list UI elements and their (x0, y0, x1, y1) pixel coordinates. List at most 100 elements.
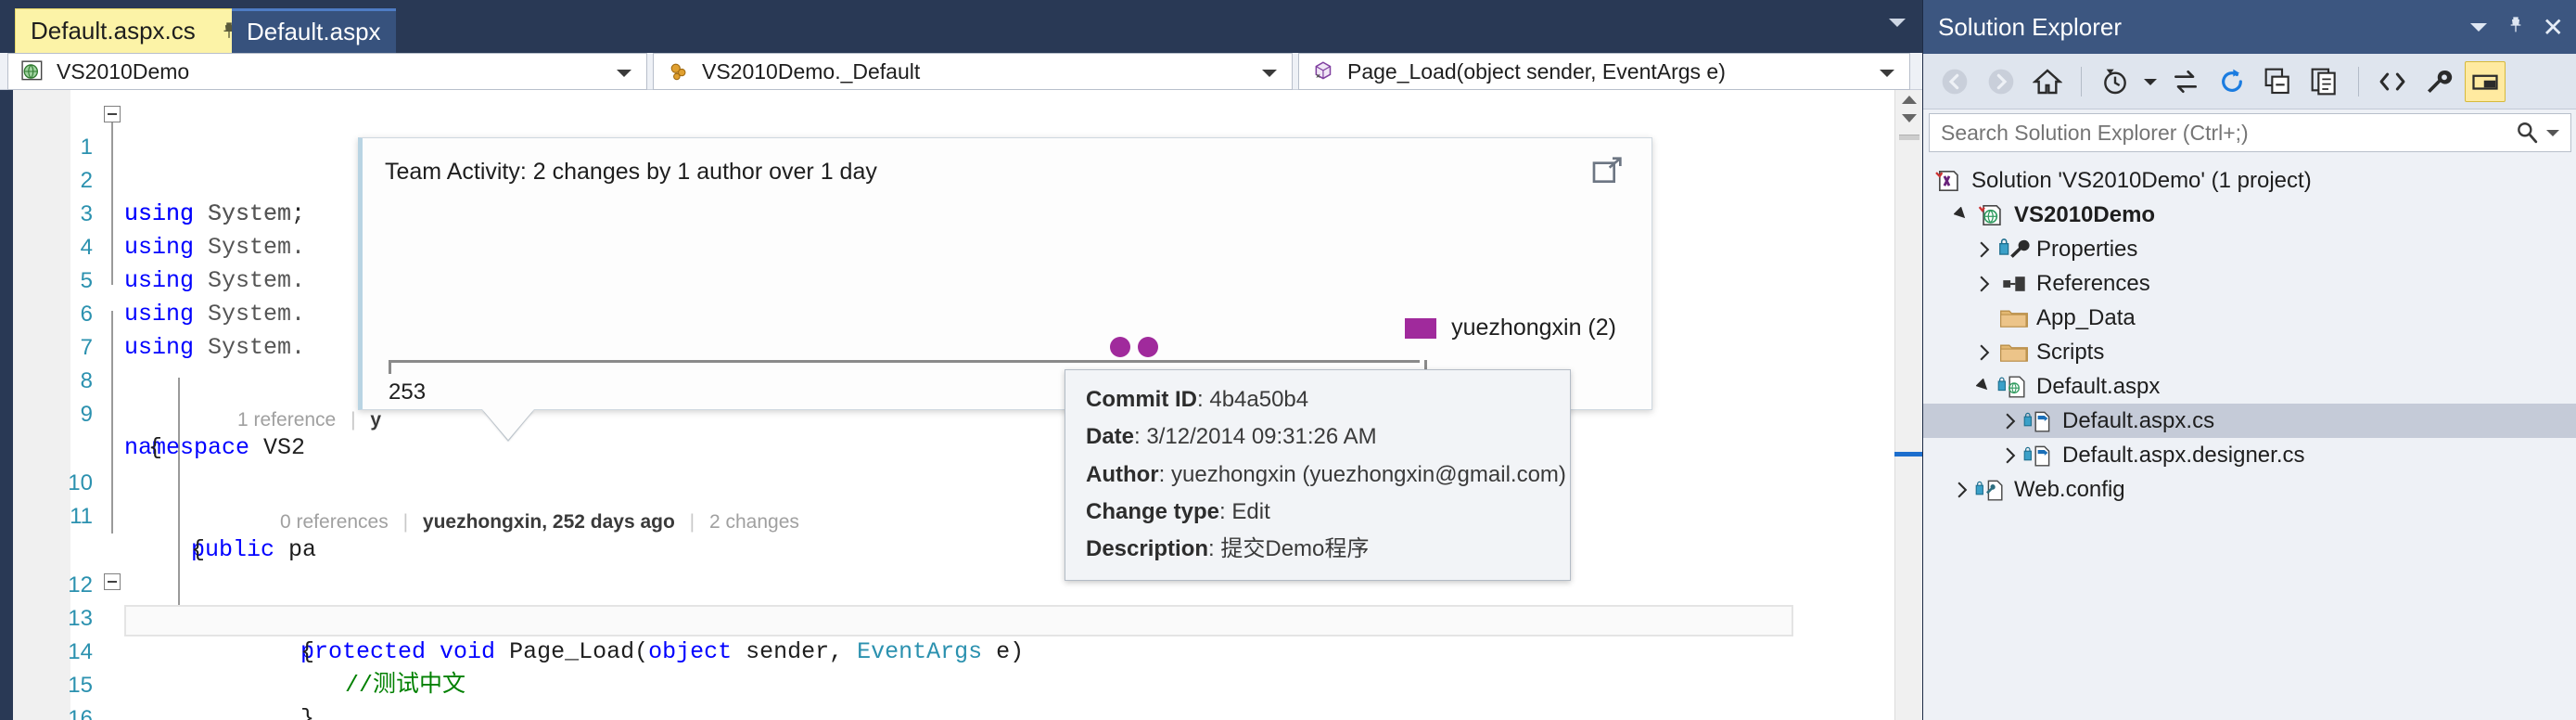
show-all-files-button[interactable] (2304, 61, 2345, 102)
code-line[interactable]: 1 using System; (13, 97, 1922, 227)
properties-button[interactable] (2418, 61, 2459, 102)
method-icon (1308, 58, 1340, 84)
config-file-icon (1975, 477, 2009, 503)
expander-collapsed-icon[interactable] (1971, 344, 1997, 361)
codelens-changes[interactable]: 2 changes (709, 511, 799, 533)
visual-studio-window: Default.aspx.cs ✕ Default.aspx (0, 0, 2576, 720)
codelens-references[interactable]: 1 reference (237, 409, 336, 431)
expander-expanded-icon[interactable] (1949, 206, 1975, 224)
tooltip-value: Edit (1231, 498, 1270, 524)
codelens-author[interactable]: yuezhongxin, 252 days ago (423, 511, 675, 533)
cs-file-icon (2023, 408, 2057, 434)
commit-dot[interactable] (1110, 337, 1131, 357)
sync-button[interactable] (2165, 61, 2206, 102)
codelens-references[interactable]: 0 references (280, 511, 389, 533)
code-line[interactable]: 15 } (13, 636, 1922, 720)
tooltip-row: Description: 提交Demo程序 (1086, 536, 1549, 562)
chart-tick-start (389, 360, 391, 374)
aspx-page-icon (1997, 374, 2031, 400)
chevron-down-icon[interactable] (1880, 70, 1894, 77)
chevron-down-icon[interactable] (2546, 129, 2559, 136)
forward-button[interactable] (1981, 61, 2021, 102)
back-button[interactable] (1934, 61, 1975, 102)
expander-collapsed-icon[interactable] (1949, 482, 1975, 498)
tooltip-colon: : (1219, 498, 1232, 524)
project-dropdown[interactable]: VS2010Demo (7, 53, 647, 90)
tree-item-scripts[interactable]: Scripts (1923, 335, 2576, 369)
tooltip-label: Commit ID (1086, 387, 1197, 412)
tree-item-project[interactable]: VS2010Demo (1923, 198, 2576, 232)
expander-collapsed-icon[interactable] (1997, 413, 2023, 430)
code-line[interactable]: 11 { (13, 467, 1922, 563)
code-line[interactable]: 16 } (13, 669, 1922, 720)
tooltip-colon: : (1134, 424, 1147, 450)
toolbar-separator (2081, 66, 2082, 96)
code-line[interactable]: 17 } (13, 702, 1922, 720)
tree-item-app-data[interactable]: App_Data (1923, 301, 2576, 335)
code-line[interactable]: 12 protected void Page_Load(object sende… (13, 535, 1922, 665)
tree-item-properties[interactable]: Properties (1923, 232, 2576, 266)
tooltip-label: Change type (1086, 498, 1220, 524)
code-line[interactable]: 13 { (13, 569, 1922, 665)
expander-collapsed-icon[interactable] (1971, 241, 1997, 258)
type-dropdown[interactable]: VS2010Demo._Default (653, 53, 1293, 90)
panel-header-buttons: ✕ (2468, 0, 2564, 54)
commit-dot[interactable] (1137, 337, 1158, 357)
tooltip-value: 4b4a50b4 (1209, 387, 1309, 412)
pin-icon[interactable] (2506, 16, 2526, 38)
editor-vertical-scrollbar[interactable] (1894, 90, 1922, 720)
tooltip-value: yuezhongxin (yuezhongxin@gmail.com) (1171, 461, 1566, 487)
tree-item-default-aspx-designer-cs[interactable]: Default.aspx.designer.cs (1923, 438, 2576, 472)
dropdown-icon[interactable] (2468, 20, 2489, 33)
tooltip-value: 3/12/2014 09:31:26 AM (1146, 424, 1377, 450)
tooltip-row: Author: yuezhongxin (yuezhongxin@gmail.c… (1086, 462, 1566, 488)
pending-changes-button[interactable] (2095, 61, 2136, 102)
solution-tree[interactable]: Solution 'VS2010Demo' (1 project) VS2010… (1923, 158, 2576, 720)
search-input[interactable] (1930, 120, 2515, 146)
panel-title: Solution Explorer (1938, 12, 2122, 41)
popout-icon[interactable] (1592, 157, 1624, 185)
chevron-down-icon[interactable] (1889, 19, 1906, 27)
tree-item-web-config[interactable]: Web.config (1923, 472, 2576, 507)
expander-collapsed-icon[interactable] (1971, 276, 1997, 292)
codelens-author[interactable]: y (370, 409, 381, 431)
web-project-icon (1975, 202, 2009, 228)
tree-item-references[interactable]: References (1923, 266, 2576, 301)
close-icon[interactable]: ✕ (2543, 12, 2564, 43)
cs-file-icon (2023, 443, 2057, 469)
scroll-up-icon[interactable] (1901, 96, 1917, 104)
tab-default-aspx[interactable]: Default.aspx (232, 8, 396, 53)
solution-icon (1932, 168, 1966, 194)
codelens-method[interactable]: 0 references | yuezhongxin, 252 days ago… (280, 506, 799, 539)
popup-tail (482, 409, 534, 440)
scroll-down-icon[interactable] (1901, 114, 1917, 122)
code-line[interactable]: 14 //测试中文 (13, 602, 1922, 699)
member-dropdown[interactable]: Page_Load(object sender, EventArgs e) (1298, 53, 1910, 90)
preview-selected-items-button[interactable] (2465, 60, 2506, 102)
commit-tooltip: Commit ID: 4b4a50b4 Date: 3/12/2014 09:3… (1065, 369, 1571, 581)
pending-changes-dropdown-icon[interactable] (2141, 61, 2160, 102)
tooltip-row: Date: 3/12/2014 09:31:26 AM (1086, 424, 1549, 450)
chevron-down-icon[interactable] (617, 70, 631, 77)
expander-expanded-icon[interactable] (1971, 378, 1997, 395)
tree-item-default-aspx[interactable]: Default.aspx (1923, 369, 2576, 404)
view-code-button[interactable] (2372, 61, 2413, 102)
tree-item-label: Properties (2036, 236, 2138, 262)
chevron-down-icon[interactable] (1262, 70, 1277, 77)
tooltip-colon: : (1197, 387, 1210, 412)
tree-item-solution[interactable]: Solution 'VS2010Demo' (1 project) (1923, 163, 2576, 198)
split-view-handle[interactable] (1899, 135, 1919, 140)
refresh-button[interactable] (2212, 61, 2252, 102)
toolbar-separator (2358, 66, 2359, 96)
tree-item-label: Default.aspx (2036, 373, 2161, 399)
tree-item-default-aspx-cs[interactable]: Default.aspx.cs (1923, 404, 2576, 438)
home-button[interactable] (2027, 61, 2068, 102)
fold-toggle-icon[interactable] (104, 106, 121, 122)
collapse-all-button[interactable] (2258, 61, 2299, 102)
chart-legend: yuezhongxin (2) (1405, 315, 1616, 341)
web-project-icon (18, 58, 49, 84)
expander-collapsed-icon[interactable] (1997, 447, 2023, 464)
code-line[interactable]: 10 public pa (13, 433, 1922, 563)
search-solution-explorer[interactable] (1929, 113, 2571, 152)
magnifier-icon[interactable] (2515, 121, 2539, 145)
